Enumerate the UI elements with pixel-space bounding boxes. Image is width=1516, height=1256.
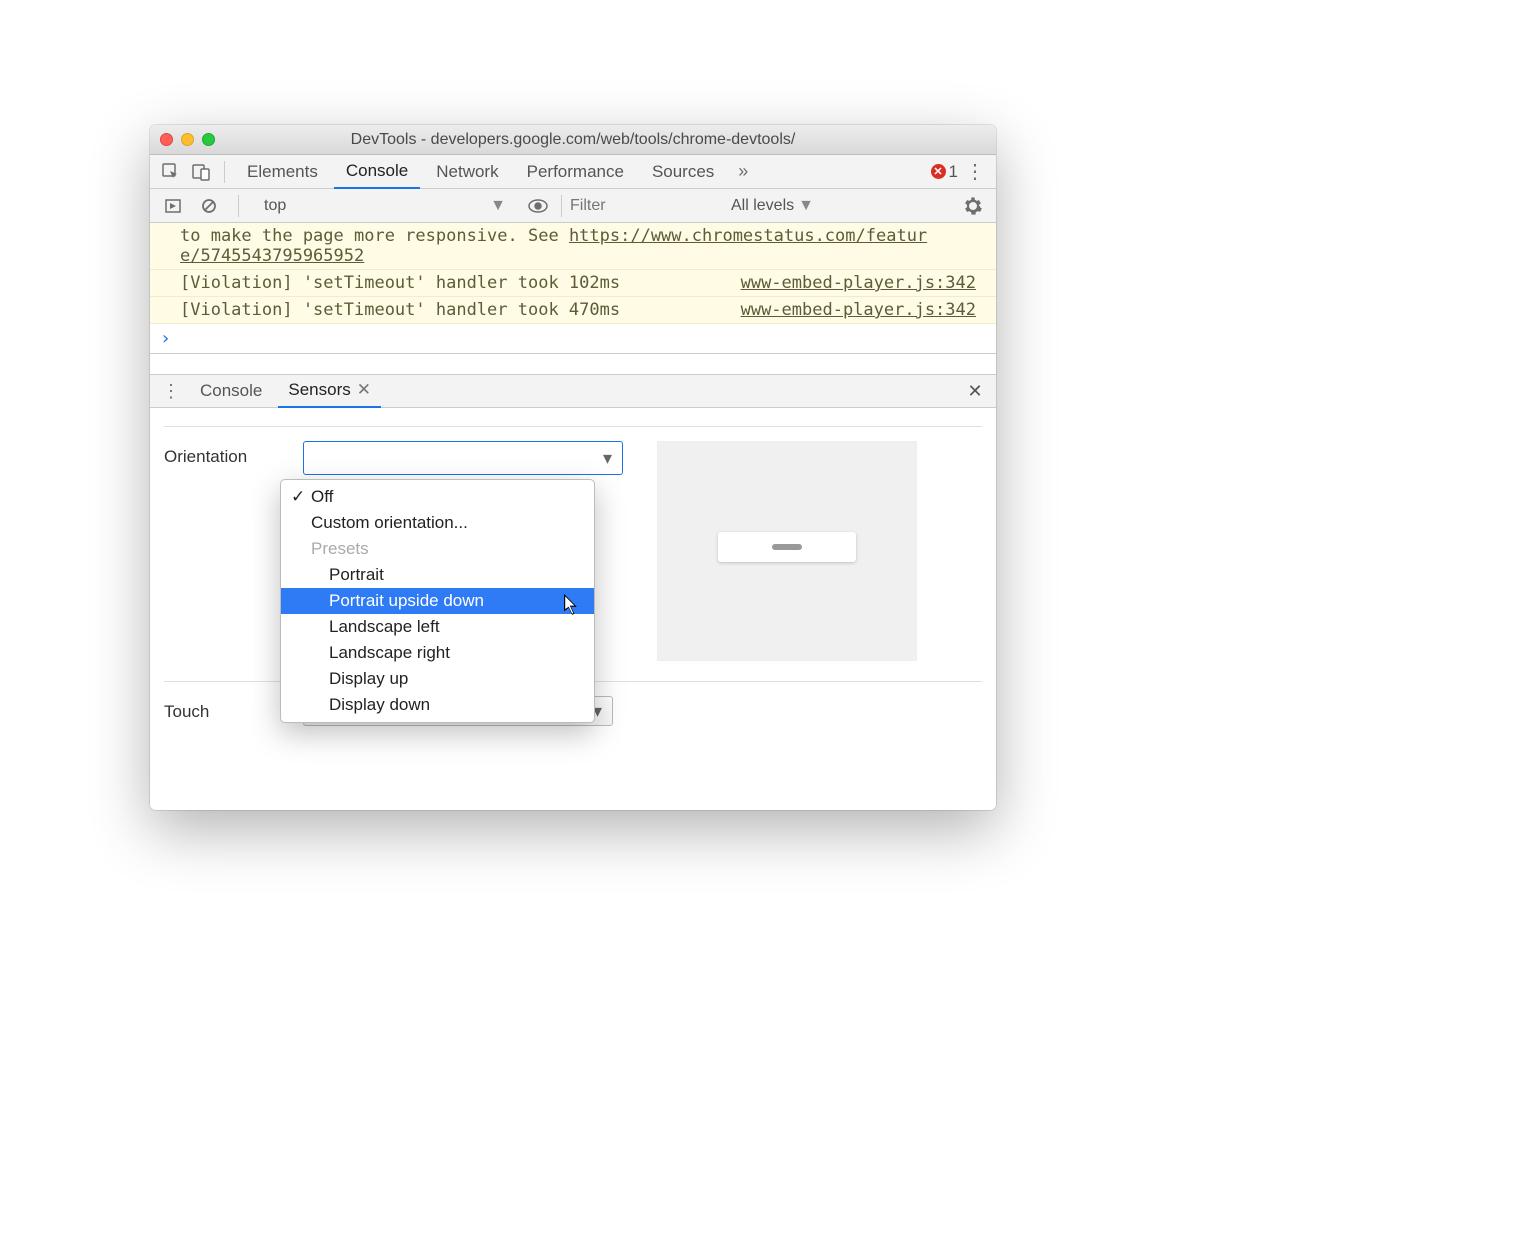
orientation-dropdown: Off Custom orientation... Presets Portra…: [280, 479, 595, 723]
titlebar: DevTools - developers.google.com/web/too…: [150, 125, 996, 155]
tab-elements[interactable]: Elements: [235, 156, 330, 188]
console-output: to make the page more responsive. See ht…: [150, 223, 996, 324]
close-drawer-icon[interactable]: ✕: [962, 378, 988, 404]
orientation-select[interactable]: ▾: [303, 441, 623, 475]
tab-console[interactable]: Console: [334, 155, 420, 189]
console-row: [Violation] 'setTimeout' handler took 47…: [150, 297, 996, 324]
dropdown-item-display-down[interactable]: Display down: [281, 692, 594, 718]
tab-sources[interactable]: Sources: [640, 156, 726, 188]
dropdown-header-presets: Presets: [281, 536, 594, 562]
tab-performance[interactable]: Performance: [515, 156, 636, 188]
console-row: [Violation] 'setTimeout' handler took 10…: [150, 270, 996, 297]
orientation-label: Orientation: [164, 441, 279, 467]
console-message: [Violation] 'setTimeout' handler took 47…: [180, 300, 620, 320]
log-levels-selector[interactable]: All levels ▼: [731, 197, 814, 215]
caret-down-icon: ▼: [798, 197, 814, 215]
console-message: [Violation] 'setTimeout' handler took 10…: [180, 273, 620, 293]
filter-input[interactable]: [561, 195, 721, 217]
devtools-window: DevTools - developers.google.com/web/too…: [150, 125, 996, 810]
console-message: to make the page more responsive. See ht…: [180, 226, 927, 266]
separator: [224, 161, 225, 183]
console-prompt[interactable]: ›: [150, 324, 996, 354]
dropdown-item-display-up[interactable]: Display up: [281, 666, 594, 692]
source-link[interactable]: www-embed-player.js:342: [741, 273, 976, 293]
caret-down-icon: ▾: [603, 448, 612, 469]
close-tab-icon[interactable]: ✕: [357, 380, 371, 400]
drawer-tab-sensors[interactable]: Sensors ✕: [278, 374, 381, 408]
console-toolbar: top ▼ All levels ▼: [150, 189, 996, 223]
kebab-menu-icon[interactable]: ⋮: [962, 159, 988, 185]
toggle-sidebar-icon[interactable]: [160, 193, 186, 219]
live-expression-icon[interactable]: [525, 193, 551, 219]
levels-label: All levels: [731, 197, 794, 215]
context-value: top: [264, 197, 286, 215]
error-count-value: 1: [949, 162, 958, 182]
window-title: DevTools - developers.google.com/web/too…: [150, 131, 996, 149]
dropdown-item-landscape-left[interactable]: Landscape left: [281, 614, 594, 640]
dropdown-item-portrait-upside-down[interactable]: Portrait upside down: [281, 588, 594, 614]
main-tabs: Elements Console Network Performance Sou…: [150, 155, 996, 189]
more-tabs-icon[interactable]: »: [730, 159, 756, 185]
dropdown-item-custom[interactable]: Custom orientation...: [281, 510, 594, 536]
separator: [238, 195, 239, 217]
console-settings-icon[interactable]: [960, 193, 986, 219]
link[interactable]: e/5745543795965952: [180, 246, 364, 266]
drawer-menu-icon[interactable]: ⋮: [158, 378, 184, 404]
link[interactable]: https://www.chromestatus.com/featur: [569, 226, 927, 246]
drawer-tabs: ⋮ Console Sensors ✕ ✕: [150, 374, 996, 408]
source-link[interactable]: www-embed-player.js:342: [741, 300, 976, 320]
dropdown-item-portrait[interactable]: Portrait: [281, 562, 594, 588]
tab-network[interactable]: Network: [424, 156, 510, 188]
dropdown-item-landscape-right[interactable]: Landscape right: [281, 640, 594, 666]
clear-console-icon[interactable]: [196, 193, 222, 219]
error-icon: ✕: [931, 164, 946, 179]
touch-label: Touch: [164, 696, 279, 722]
error-count[interactable]: ✕ 1: [931, 162, 958, 182]
device-toolbar-icon[interactable]: [188, 159, 214, 185]
context-selector[interactable]: top ▼: [255, 194, 515, 218]
inspect-element-icon[interactable]: [158, 159, 184, 185]
drawer-tab-console[interactable]: Console: [190, 375, 272, 407]
console-row: to make the page more responsive. See ht…: [150, 223, 996, 270]
dropdown-item-off[interactable]: Off: [281, 484, 594, 510]
caret-down-icon: ▼: [490, 197, 506, 215]
device-preview-bar: [718, 532, 856, 562]
device-preview: [657, 441, 917, 661]
